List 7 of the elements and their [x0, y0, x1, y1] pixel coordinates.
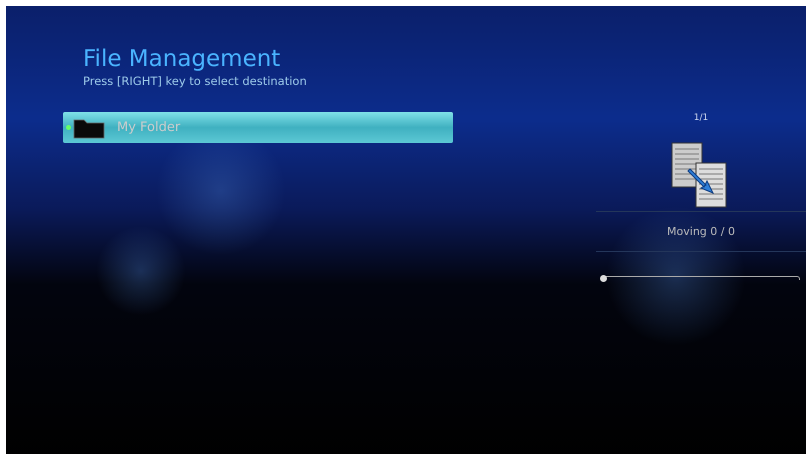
selection-dot-icon — [66, 125, 71, 130]
folder-item[interactable]: My Folder — [63, 112, 453, 143]
moving-status: Moving 0 / 0 — [667, 224, 735, 240]
folder-icon — [73, 116, 105, 138]
instruction-text: Press [RIGHT] key to select destination — [83, 74, 308, 88]
page-counter: 1/1 — [694, 113, 708, 123]
page-title: File Management — [83, 46, 282, 72]
